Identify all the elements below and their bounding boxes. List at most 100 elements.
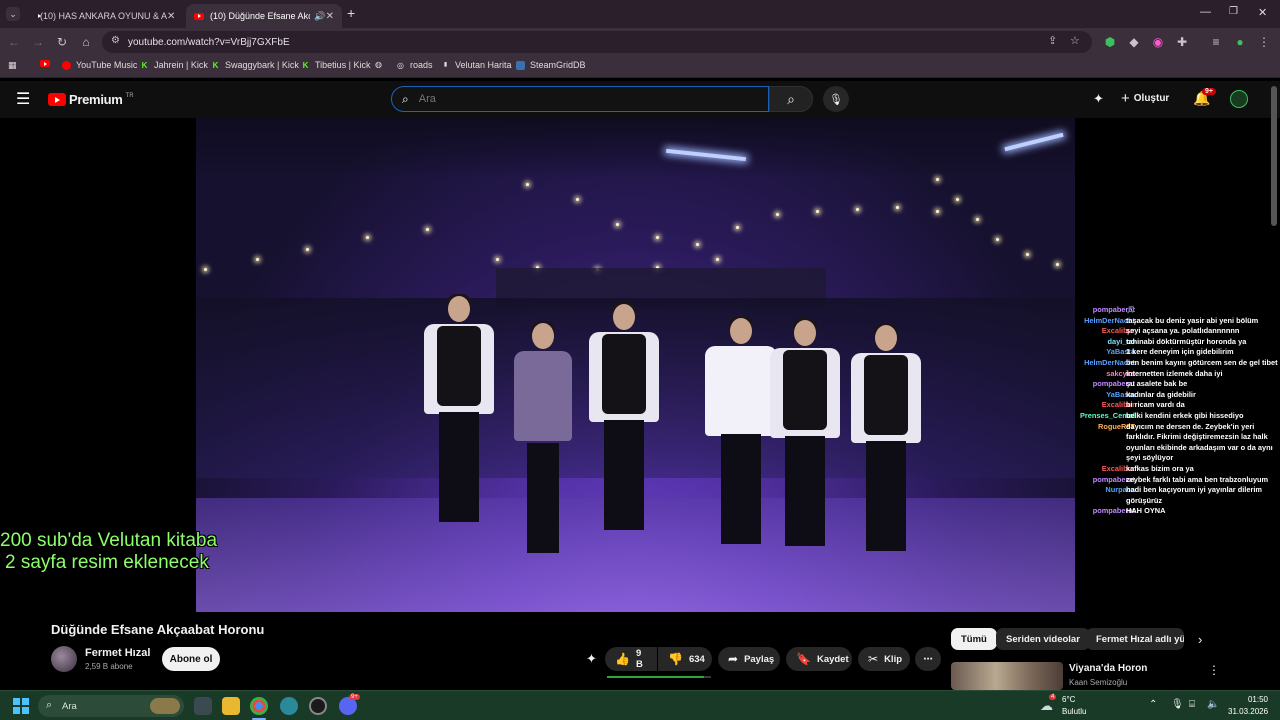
- bookmark-star-icon[interactable]: ☆: [1070, 34, 1080, 47]
- volume-icon[interactable]: 🔈: [1207, 699, 1219, 710]
- search-button[interactable]: ⌕: [769, 86, 813, 112]
- dislike-button[interactable]: 👎 634: [658, 647, 712, 671]
- apps-grid-icon[interactable]: ▦: [8, 60, 17, 71]
- string-light-bulb: [936, 210, 939, 213]
- chat-text: dayıcım ne dersen de. Zeybek'in yeri: [1126, 421, 1255, 431]
- chat-message: dayi_co tahinabi döktürmüştür horonda ya: [1040, 337, 1280, 348]
- steamgriddb-icon: [516, 60, 525, 70]
- clip-button[interactable]: ✂ Klip: [858, 647, 910, 671]
- extension-pink-icon[interactable]: ◉: [1150, 34, 1166, 50]
- address-bar[interactable]: ⚙ youtube.com/watch?v=VrBjj7GXFbE ⇪ ☆: [102, 31, 1092, 53]
- recommended-title[interactable]: Viyana'da Horon: [1069, 663, 1147, 674]
- save-button[interactable]: 🔖 Kaydet: [786, 647, 852, 671]
- profile-avatar-icon[interactable]: ●: [1232, 34, 1248, 50]
- dancer: [424, 294, 494, 546]
- video-player[interactable]: [196, 118, 1075, 612]
- menu-kebab-icon[interactable]: ⋮: [1256, 34, 1272, 50]
- speaker-icon[interactable]: 🔊: [314, 11, 325, 22]
- subscriber-count: 2,59 B abone: [85, 662, 133, 671]
- bookmark-velutan-harita[interactable]: ▮ Velutan Harita: [441, 60, 512, 70]
- chip-channel-uploads[interactable]: Fermet Hızal adlı yükl: [1086, 628, 1184, 650]
- install-app-icon[interactable]: ⇪: [1048, 34, 1057, 47]
- extension-diamond-icon[interactable]: ◆: [1126, 34, 1142, 50]
- more-vertical-icon[interactable]: ⋮: [1208, 663, 1220, 677]
- taskbar-search[interactable]: ⌕ Ara: [38, 695, 184, 717]
- share-button[interactable]: ➦ Paylaş: [718, 647, 780, 671]
- bookmark-roads[interactable]: ◎ roads: [396, 60, 433, 70]
- like-button[interactable]: 👍 9 B: [605, 647, 657, 671]
- microphone-tray-icon[interactable]: 🎙: [1171, 699, 1184, 710]
- weather-widget[interactable]: 6°C Bulutlu: [1062, 694, 1086, 718]
- close-icon[interactable]: ✕: [326, 11, 334, 22]
- globe-app-icon[interactable]: [280, 697, 298, 715]
- chat-text: şeyi söylüyor: [1126, 453, 1174, 463]
- forward-icon[interactable]: →: [30, 34, 46, 50]
- reading-list-icon[interactable]: ≡: [1208, 34, 1224, 50]
- bookmark-swaggybark-kick[interactable]: K Swaggybark | Kick: [211, 60, 299, 70]
- string-light-bulb: [526, 183, 529, 186]
- back-icon[interactable]: ←: [6, 34, 22, 50]
- chat-message: pompaberat HAH OYNA: [1040, 506, 1280, 517]
- tray-chevron-up-icon[interactable]: ⌃: [1149, 699, 1157, 710]
- restore-icon[interactable]: ❐: [1229, 6, 1238, 17]
- new-tab-icon[interactable]: +: [347, 5, 355, 21]
- search-box[interactable]: ⌕: [391, 86, 769, 112]
- search-icon: ⌕: [402, 91, 409, 106]
- string-light-bulb: [696, 243, 699, 246]
- file-explorer-icon[interactable]: [222, 697, 240, 715]
- like-count: 9 B: [635, 648, 643, 670]
- bookmark-jahrein-kick[interactable]: K Jahrein | Kick: [140, 60, 208, 70]
- recommended-channel[interactable]: Kaan Semizoğlu: [1069, 678, 1127, 687]
- bookmark-steamgriddb[interactable]: SteamGridDB: [516, 60, 586, 70]
- bookmark-tibetius-kick[interactable]: K Tibetius | Kick: [301, 60, 371, 70]
- upload-premium-icon[interactable]: ✦: [1093, 91, 1104, 107]
- dancer: [514, 321, 572, 553]
- window-close-icon[interactable]: ✕: [1258, 6, 1267, 19]
- windows-start-icon[interactable]: [13, 698, 29, 714]
- chat-message: farklıdır. Fikrimi değiştiremezsin laz h…: [1040, 432, 1280, 443]
- chrome-icon[interactable]: [250, 697, 268, 715]
- voice-search-button[interactable]: 🎙: [823, 86, 849, 112]
- notifications-button[interactable]: 🔔 9+: [1193, 88, 1216, 108]
- system-clock[interactable]: 01:50 31.03.2026: [1228, 694, 1268, 718]
- chip-series-videos[interactable]: Seriden videolar: [996, 628, 1090, 650]
- channel-name[interactable]: Fermet Hızal: [85, 647, 150, 659]
- weather-cloud-icon[interactable]: ☁: [1040, 698, 1053, 714]
- string-light-bulb: [256, 258, 259, 261]
- search-input[interactable]: [418, 93, 749, 105]
- subscribe-button[interactable]: Abone ol: [162, 647, 220, 671]
- reload-icon[interactable]: ↻: [54, 34, 70, 50]
- more-actions-button[interactable]: ⋯: [915, 647, 941, 671]
- task-view-icon[interactable]: [194, 697, 212, 715]
- bookmark-youtube-music[interactable]: YouTube Music: [62, 60, 137, 70]
- notification-badge: 9+: [1202, 88, 1216, 95]
- tab-dugunde-efsane[interactable]: (10) Düğünde Efsane Akçaa 🔊 ✕: [186, 4, 342, 28]
- account-avatar[interactable]: [1230, 90, 1248, 108]
- youtube-premium-logo[interactable]: Premium TR: [48, 92, 134, 107]
- tab-search-icon[interactable]: ⌄: [6, 7, 20, 21]
- dancer: [770, 318, 840, 560]
- chevron-right-icon[interactable]: ›: [1198, 632, 1202, 647]
- network-icon[interactable]: ⌸: [1189, 699, 1195, 710]
- create-button[interactable]: + Oluştur: [1121, 91, 1169, 106]
- tab-has-ankara[interactable]: (10) HAS ANKARA OYUNU & A ✕: [26, 4, 181, 28]
- bookmark-globe[interactable]: ◍: [374, 60, 388, 69]
- bookmark-label: Velutan Harita: [455, 60, 512, 70]
- string-light-bulb: [1026, 253, 1029, 256]
- bookmark-youtube[interactable]: [40, 60, 56, 67]
- extension-shield-icon[interactable]: ⬢: [1102, 34, 1118, 50]
- minimize-icon[interactable]: —: [1200, 6, 1211, 18]
- close-icon[interactable]: ✕: [167, 11, 175, 22]
- site-info-icon[interactable]: ⚙: [111, 35, 120, 46]
- youtube-icon: [40, 60, 50, 67]
- extensions-puzzle-icon[interactable]: ✚: [1174, 34, 1190, 50]
- obs-icon[interactable]: [309, 697, 327, 715]
- page-scrollbar[interactable]: [1271, 86, 1277, 226]
- chip-all[interactable]: Tümü: [951, 628, 997, 650]
- hamburger-menu-icon[interactable]: ☰: [16, 89, 30, 109]
- channel-avatar[interactable]: [51, 646, 77, 672]
- chat-text: hadi ben kaçıyorum iyi yayınlar dilerim: [1126, 485, 1262, 495]
- premium-sparkle-icon[interactable]: ✦: [586, 651, 597, 667]
- recommended-thumbnail[interactable]: [951, 662, 1063, 690]
- home-icon[interactable]: ⌂: [78, 34, 94, 50]
